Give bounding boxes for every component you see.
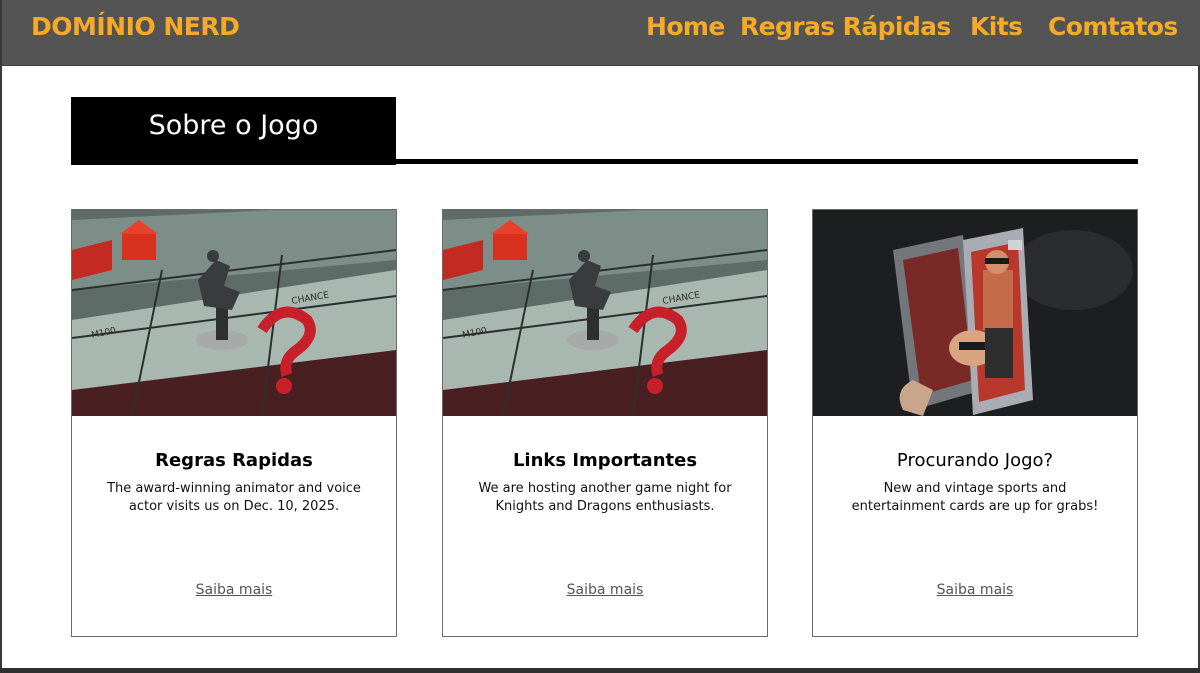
bottom-edge	[0, 668, 1200, 673]
nav-link-kits[interactable]: Kits	[970, 12, 1023, 41]
card-title: Links Importantes	[512, 450, 698, 471]
monopoly-board-image: M100 CHANCE	[443, 210, 767, 416]
section-title: Sobre o Jogo	[148, 110, 319, 141]
info-card: M100 CHANCE Links Importantes We are hos…	[442, 209, 768, 637]
action-figure-image	[813, 210, 1137, 416]
section-title-box: Sobre o Jogo	[71, 97, 396, 165]
nav-link-contatos[interactable]: Comtatos	[1048, 12, 1178, 41]
saiba-mais-link[interactable]: Saiba mais	[72, 582, 396, 598]
page-frame: DOMÍNIO NERD Home Regras Rápidas Kits Co…	[0, 0, 1200, 668]
monopoly-board-image: M100 CHANCE	[72, 210, 396, 416]
info-card: M100 CHANCE Regras Rapidas The award-win…	[71, 209, 397, 637]
saiba-mais-link[interactable]: Saiba mais	[443, 582, 767, 598]
saiba-mais-link[interactable]: Saiba mais	[813, 582, 1137, 598]
section-header: Sobre o Jogo	[71, 97, 1138, 165]
nav-link-home[interactable]: Home	[646, 12, 725, 41]
card-description: New and vintage sports and entertainment…	[851, 481, 1099, 514]
card-description: The award-winning animator and voice act…	[107, 481, 361, 514]
card-title: Regras Rapidas	[155, 450, 313, 471]
nav-link-regras-rapidas[interactable]: Regras Rápidas	[740, 12, 951, 41]
info-card: Procurando Jogo? New and vintage sports …	[812, 209, 1138, 637]
card-description: We are hosting another game night for Kn…	[478, 481, 732, 514]
top-navbar: DOMÍNIO NERD Home Regras Rápidas Kits Co…	[2, 0, 1200, 66]
section-divider	[71, 159, 1138, 164]
brand-logo[interactable]: DOMÍNIO NERD	[31, 12, 240, 41]
card-title: Procurando Jogo?	[896, 450, 1054, 471]
